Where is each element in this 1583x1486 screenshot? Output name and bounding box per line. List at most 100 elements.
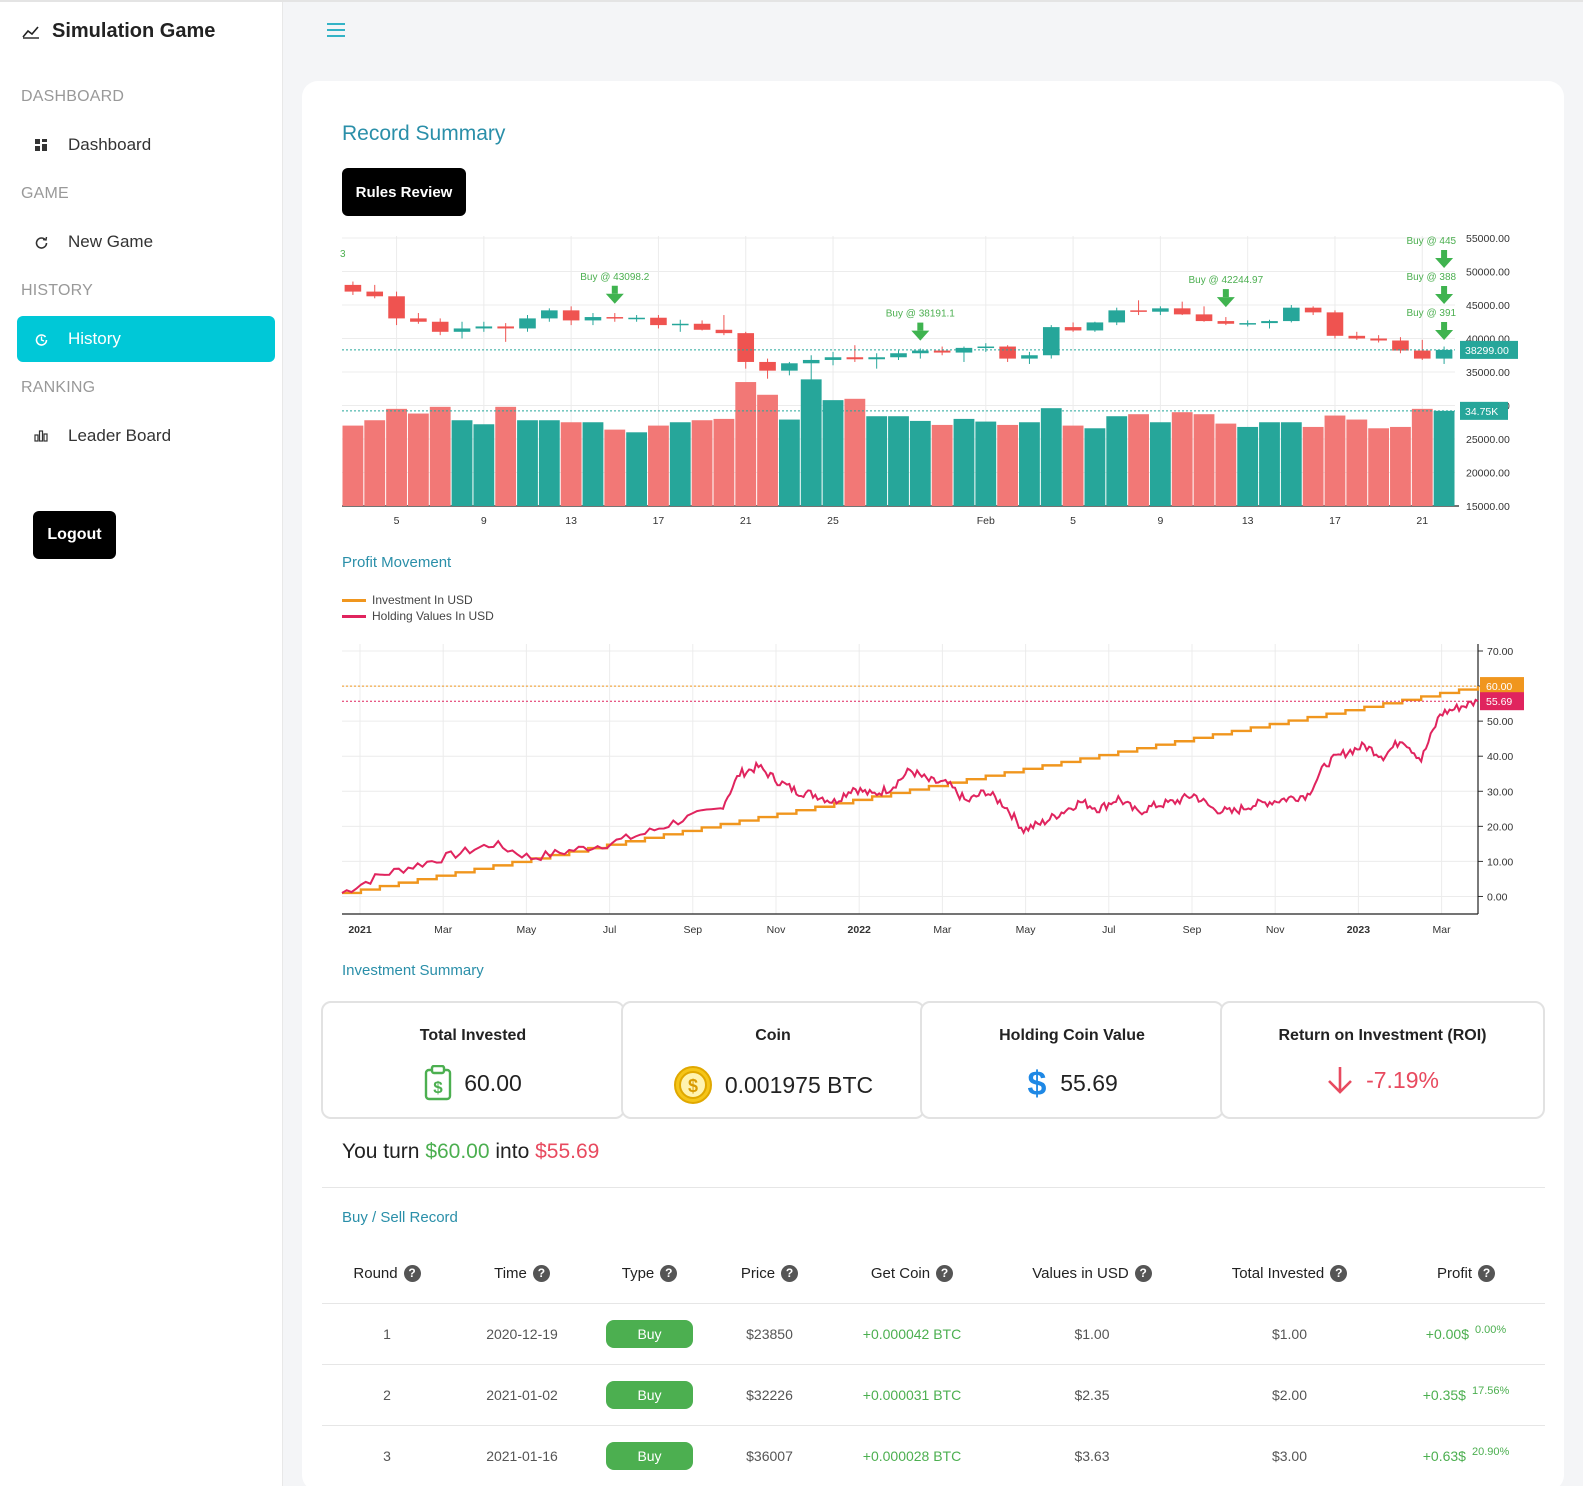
stat-label: Return on Investment (ROI) <box>1278 1027 1487 1044</box>
candle-body <box>1348 335 1366 339</box>
chart-line-icon <box>22 25 39 39</box>
volume-bar <box>1237 426 1259 506</box>
volume-bar <box>691 420 713 506</box>
help-icon[interactable]: ? <box>1330 1264 1348 1282</box>
stat-value: -7.19% <box>1366 1066 1439 1093</box>
help-icon[interactable]: ? <box>1478 1264 1495 1282</box>
menu-toggle-icon[interactable] <box>327 23 345 39</box>
x-tick-label: 5 <box>1070 515 1076 527</box>
x-tick-label: 9 <box>481 515 487 527</box>
candle-body <box>344 284 362 292</box>
buy-sell-record-title: Buy / Sell Record <box>342 1209 458 1226</box>
brand[interactable]: Simulation Game <box>22 20 215 43</box>
buy-annotation-label: Buy @ 388 <box>1406 272 1456 283</box>
x-tick-label: 5 <box>394 515 400 527</box>
volume-bar <box>1390 426 1411 506</box>
column-header-price[interactable]: Price? <box>707 1264 832 1282</box>
cell-total-invested: $3.00 <box>1271 1448 1308 1464</box>
x-tick-label: 25 <box>827 515 839 527</box>
arrow-head <box>1435 294 1454 304</box>
column-header-get-coin[interactable]: Get Coin? <box>832 1264 992 1282</box>
column-header-total-invested[interactable]: Total Invested? <box>1192 1264 1387 1282</box>
candle-body <box>410 318 427 322</box>
candle-body <box>1392 340 1409 351</box>
candle-body <box>693 323 711 330</box>
volume-bar <box>1171 412 1193 506</box>
volume-bar <box>866 416 888 506</box>
column-header-values-usd[interactable]: Values in USD? <box>992 1264 1192 1282</box>
candlestick-chart[interactable]: 55000.0050000.0045000.0040000.0035000.00… <box>340 232 1520 532</box>
x-tick-label: Mar <box>434 924 453 936</box>
last-value-label: 55.69 <box>1486 696 1512 708</box>
cell-values-usd: $1.00 <box>1074 1326 1110 1342</box>
help-icon[interactable]: ? <box>532 1264 550 1282</box>
column-header-profit[interactable]: Profit? <box>1387 1264 1545 1282</box>
sidebar-item-label: Dashboard <box>68 135 152 154</box>
x-tick-label: 2021 <box>348 924 372 936</box>
profit-value: +0.63$ <box>1422 1448 1466 1464</box>
grid-icon <box>34 138 48 152</box>
help-icon[interactable]: ? <box>1134 1264 1152 1282</box>
cell-profit: +0.63$ 20.90% <box>1387 1446 1545 1464</box>
help-icon[interactable]: ? <box>936 1264 954 1282</box>
header-label: Values in USD <box>1032 1264 1129 1282</box>
column-header-time[interactable]: Time? <box>452 1264 592 1282</box>
sidebar-item-dashboard[interactable]: Dashboard <box>17 122 275 168</box>
volume-bar <box>1193 414 1215 506</box>
candle-body <box>737 333 755 362</box>
volume-bar <box>560 422 582 506</box>
volume-bar <box>1302 426 1324 506</box>
legend-item-investment[interactable]: Investment In USD <box>342 592 494 608</box>
sidebar-item-label: Leader Board <box>68 426 172 445</box>
help-icon[interactable]: ? <box>781 1264 799 1282</box>
sidebar-item-new-game[interactable]: New Game <box>17 219 275 265</box>
cell-total-invested: $1.00 <box>1271 1326 1308 1342</box>
cell-price: $36007 <box>746 1448 793 1464</box>
sidebar-item-leader-board[interactable]: Leader Board <box>17 413 275 459</box>
volume-bar <box>626 432 648 506</box>
x-tick-label: May <box>516 924 537 936</box>
cell-get-coin: +0.000028 BTC <box>862 1448 962 1464</box>
candle-body <box>584 317 602 321</box>
last-price-label: 38299.00 <box>1465 345 1509 357</box>
header-label: Type <box>621 1264 655 1282</box>
help-icon[interactable]: ? <box>403 1264 421 1282</box>
legend-item-holding[interactable]: Holding Values In USD <box>342 608 494 624</box>
volume-label: 34.75K <box>1465 406 1498 418</box>
profit-line-chart[interactable]: 70.00 60.00 50.00 40.00 30.00 20.00 10.00 0.00 2… <box>340 640 1540 940</box>
cell-get-coin: +0.000031 BTC <box>862 1387 962 1403</box>
buy-badge: Buy <box>606 1381 693 1409</box>
header-label: Profit <box>1436 1264 1472 1282</box>
history-icon <box>34 332 48 346</box>
logout-button[interactable]: Logout <box>33 511 116 559</box>
y-tick-label: 20.00 <box>1487 821 1513 833</box>
volume-bar <box>735 382 757 506</box>
x-tick-label: Sep <box>1183 924 1202 936</box>
stat-label: Holding Coin Value <box>999 1027 1145 1044</box>
volume-bar <box>757 394 778 506</box>
candle-body <box>1195 314 1213 322</box>
volume-bar <box>1280 422 1302 506</box>
cell-time: 2020-12-19 <box>486 1326 558 1342</box>
arrow-down-icon <box>1435 286 1454 304</box>
volume-bar <box>517 420 538 506</box>
sidebar-item-history[interactable]: History <box>17 316 275 362</box>
cell-type: Buy <box>592 1442 707 1470</box>
y-tick-label: 20000.00 <box>1466 468 1510 480</box>
profit-percent: 0.00% <box>1475 1324 1507 1336</box>
cell-get-coin: +0.000042 BTC <box>862 1326 962 1342</box>
edge-label: 3 <box>340 249 346 260</box>
y-tick-label: 50.00 <box>1487 716 1513 728</box>
rules-review-button[interactable]: Rules Review <box>342 168 466 216</box>
buy-badge: Buy <box>606 1442 693 1470</box>
volume-bar <box>1346 419 1368 506</box>
buy-annotation-label: Buy @ 42244.97 <box>1189 275 1264 286</box>
column-header-round[interactable]: Round? <box>322 1264 452 1282</box>
stat-card-coin: Coin $ 0.001975 BTC <box>621 1001 925 1119</box>
help-icon[interactable]: ? <box>660 1264 678 1282</box>
last-value-label: 60.00 <box>1486 681 1512 693</box>
candle-body <box>1064 327 1082 331</box>
column-header-type[interactable]: Type? <box>592 1264 707 1282</box>
header-label: Time <box>494 1264 527 1282</box>
candle-body <box>890 353 907 358</box>
